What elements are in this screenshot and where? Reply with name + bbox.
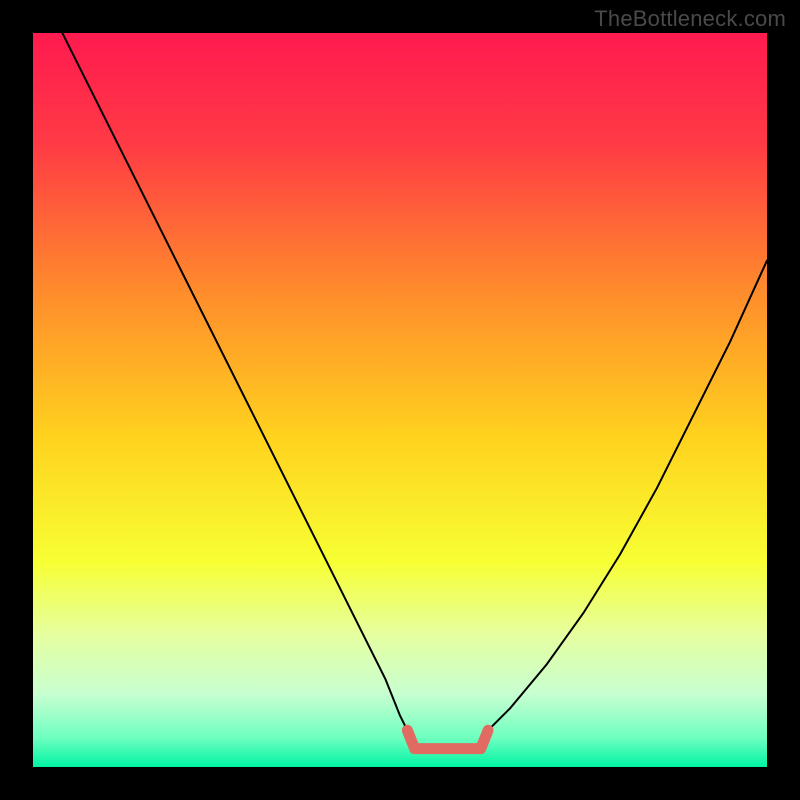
watermark-text: TheBottleneck.com [594,6,786,32]
chart-frame: TheBottleneck.com [0,0,800,800]
bottleneck-curve-chart [33,33,767,767]
plot-background [33,33,767,767]
